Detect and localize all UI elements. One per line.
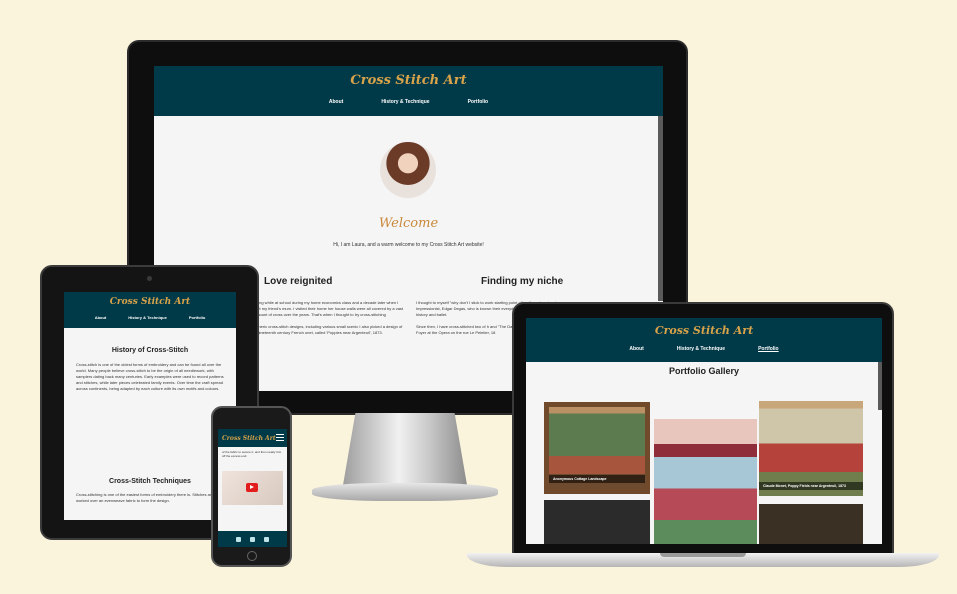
nav-history-technique[interactable]: History & Technique	[128, 315, 167, 320]
site-title[interactable]: Cross Stitch Art	[154, 66, 663, 88]
gallery-image[interactable]	[544, 500, 650, 544]
nav-history-technique[interactable]: History & Technique	[677, 346, 725, 352]
gallery-image[interactable]: Claude Monet, Poppy Fields near Argenteu…	[759, 401, 863, 496]
site-header: Cross Stitch Art About History & Techniq…	[526, 318, 882, 362]
gallery-image[interactable]	[654, 419, 757, 544]
techniques-text: Cross-stitching is one of the easiest fo…	[76, 492, 214, 503]
nav-portfolio[interactable]: Portfolio	[468, 99, 489, 105]
paragraph: ching while at school during my home eco…	[254, 300, 404, 317]
home-button	[247, 551, 257, 561]
pinterest-icon[interactable]	[264, 536, 269, 542]
nav-bar: About History & Technique Portfolio	[154, 99, 663, 105]
video-thumbnail[interactable]	[222, 471, 283, 505]
site-footer	[218, 531, 287, 547]
nav-about[interactable]: About	[629, 346, 643, 352]
nav-portfolio[interactable]: Portfolio	[758, 346, 779, 352]
site-title[interactable]: Cross Stitch Art	[64, 292, 236, 307]
phone-screen: Cross Stitch Art of the fabric to secure…	[218, 429, 287, 547]
welcome-text: Hi, I am Laura, and a warm welcome to my…	[333, 242, 484, 248]
gallery-caption: Anonymous Cottage Landscape	[549, 475, 645, 483]
site-header: Cross Stitch Art About History & Techniq…	[64, 292, 236, 328]
monitor-base	[312, 483, 498, 501]
play-icon[interactable]	[246, 483, 258, 492]
camera-icon	[147, 276, 152, 281]
love-reignited-text: ching while at school during my home eco…	[254, 300, 404, 336]
site-header: Cross Stitch Art About History & Techniq…	[154, 66, 663, 116]
gallery-image[interactable]: Anonymous Cottage Landscape	[544, 402, 650, 494]
laptop-device: Cross Stitch Art About History & Techniq…	[512, 302, 894, 556]
avatar	[380, 142, 436, 198]
history-heading: History of Cross-Stitch	[111, 347, 189, 354]
gallery-heading: Portfolio Gallery	[668, 366, 739, 376]
gallery-caption: Claude Monet, Poppy Fields near Argenteu…	[759, 482, 863, 490]
laptop-screen: Cross Stitch Art About History & Techniq…	[526, 318, 882, 544]
nav-history-technique[interactable]: History & Technique	[381, 99, 429, 105]
phone-device: Cross Stitch Art of the fabric to secure…	[211, 406, 292, 567]
phone-text: of the fabric to secure it, and then nea…	[222, 450, 282, 458]
instagram-icon[interactable]	[250, 536, 255, 542]
nav-portfolio[interactable]: Portfolio	[189, 315, 205, 320]
laptop-notch	[660, 553, 746, 557]
site-header: Cross Stitch Art	[218, 429, 287, 447]
gallery-image[interactable]	[759, 504, 863, 544]
nav-about[interactable]: About	[329, 99, 343, 105]
monitor-stand	[343, 413, 467, 485]
love-reignited-heading: Love reignited	[264, 276, 333, 287]
paragraph: generic cross-stitch designs, including …	[254, 324, 403, 335]
site-title[interactable]: Cross Stitch Art	[526, 318, 882, 337]
finding-niche-heading: Finding my niche	[481, 276, 564, 287]
nav-bar: About History & Technique Portfolio	[64, 315, 236, 320]
history-text: Cross-stitch is one of the oldest forms …	[76, 362, 224, 391]
nav-bar: About History & Technique Portfolio	[526, 346, 882, 352]
hamburger-menu-icon[interactable]	[276, 434, 284, 441]
scrollbar[interactable]	[658, 116, 663, 301]
email-icon[interactable]	[236, 536, 241, 542]
welcome-heading: Welcome	[378, 216, 439, 231]
nav-about[interactable]: About	[95, 315, 107, 320]
